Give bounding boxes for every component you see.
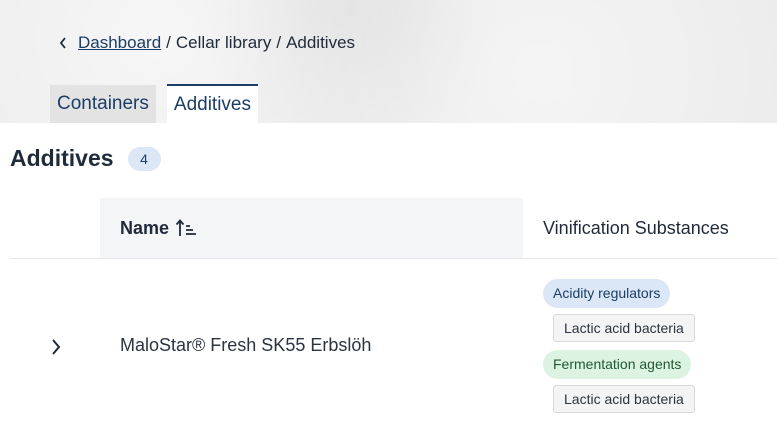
breadcrumb-separator: / [276,33,282,52]
expand-column-header [10,198,100,258]
substances-cell: Acidity regulators Lactic acid bacteria … [543,279,695,421]
substance-group: Fermentation agents Lactic acid bacteria [543,350,695,413]
name-column-header[interactable]: Name [100,198,523,258]
substances-column-header: Vinification Substances [523,198,777,258]
tab-additives[interactable]: Additives [166,84,258,123]
page-title-row: Additives 4 [10,145,161,172]
substance-chip: Lactic acid bacteria [553,314,695,342]
additive-name: MaloStar® Fresh SK55 Erbslöh [120,335,372,355]
category-badge: Acidity regulators [543,279,671,308]
substance-chip: Lactic acid bacteria [553,385,695,413]
count-badge: 4 [127,146,161,171]
page-title: Additives [10,145,114,171]
name-column-label: Name [120,217,170,238]
breadcrumb-dashboard-link[interactable]: Dashboard [78,33,161,53]
breadcrumb-separator: / [166,33,171,52]
tab-containers[interactable]: Containers [50,85,156,123]
breadcrumb-current: Additives [286,33,356,52]
breadcrumb: Dashboard / Cellar library / Additives [54,31,355,55]
tab-bar: Containers Additives [50,84,258,123]
chevron-left-icon[interactable] [54,36,72,50]
substance-group: Acidity regulators Lactic acid bacteria [543,279,695,342]
chevron-right-icon[interactable] [46,335,66,359]
table-header: Name Vinification Substances [10,198,777,259]
breadcrumb-cellar-library: Cellar library [175,33,272,52]
table-row: MaloStar® Fresh SK55 Erbslöh Acidity reg… [10,259,777,431]
sort-ascending-icon[interactable] [175,218,197,238]
additives-table: Name Vinification Substances MaloStar® F… [10,198,777,431]
category-badge: Fermentation agents [543,350,692,379]
